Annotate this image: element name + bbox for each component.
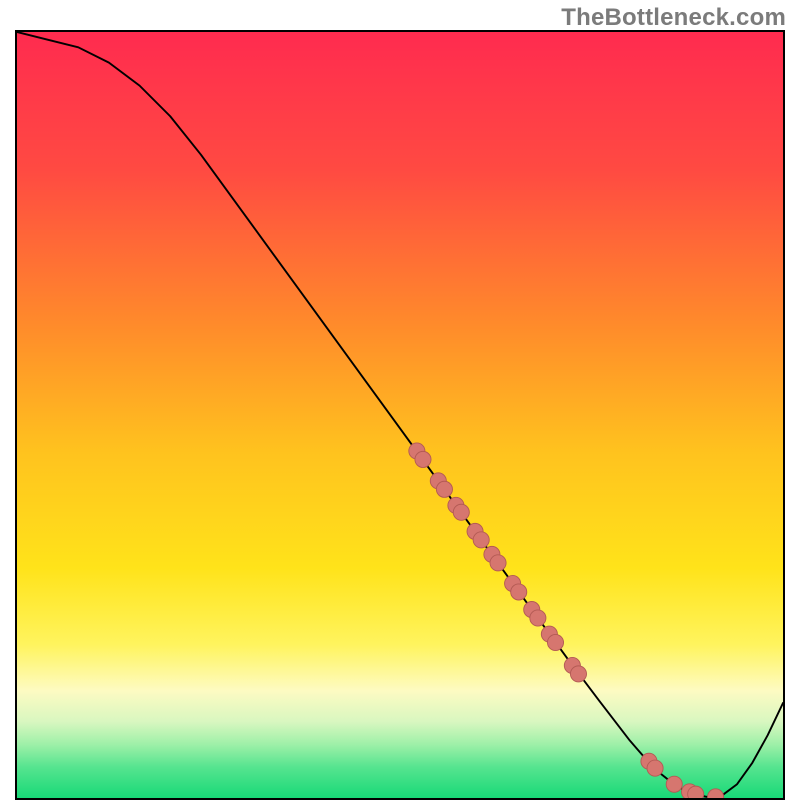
data-point xyxy=(570,666,586,682)
data-point xyxy=(490,555,506,571)
data-point xyxy=(547,634,563,650)
watermark-text: TheBottleneck.com xyxy=(561,4,786,32)
data-point xyxy=(688,786,704,798)
data-point xyxy=(708,789,724,798)
data-point xyxy=(436,481,452,497)
chart-plot-area xyxy=(15,30,785,800)
data-point xyxy=(647,760,663,776)
chart-line-layer xyxy=(17,32,783,798)
data-point xyxy=(415,451,431,467)
data-points-group xyxy=(409,443,724,798)
bottleneck-curve xyxy=(17,32,783,797)
data-point xyxy=(473,532,489,548)
data-point xyxy=(530,610,546,626)
data-point xyxy=(666,776,682,792)
data-point xyxy=(453,504,469,520)
data-point xyxy=(511,584,527,600)
